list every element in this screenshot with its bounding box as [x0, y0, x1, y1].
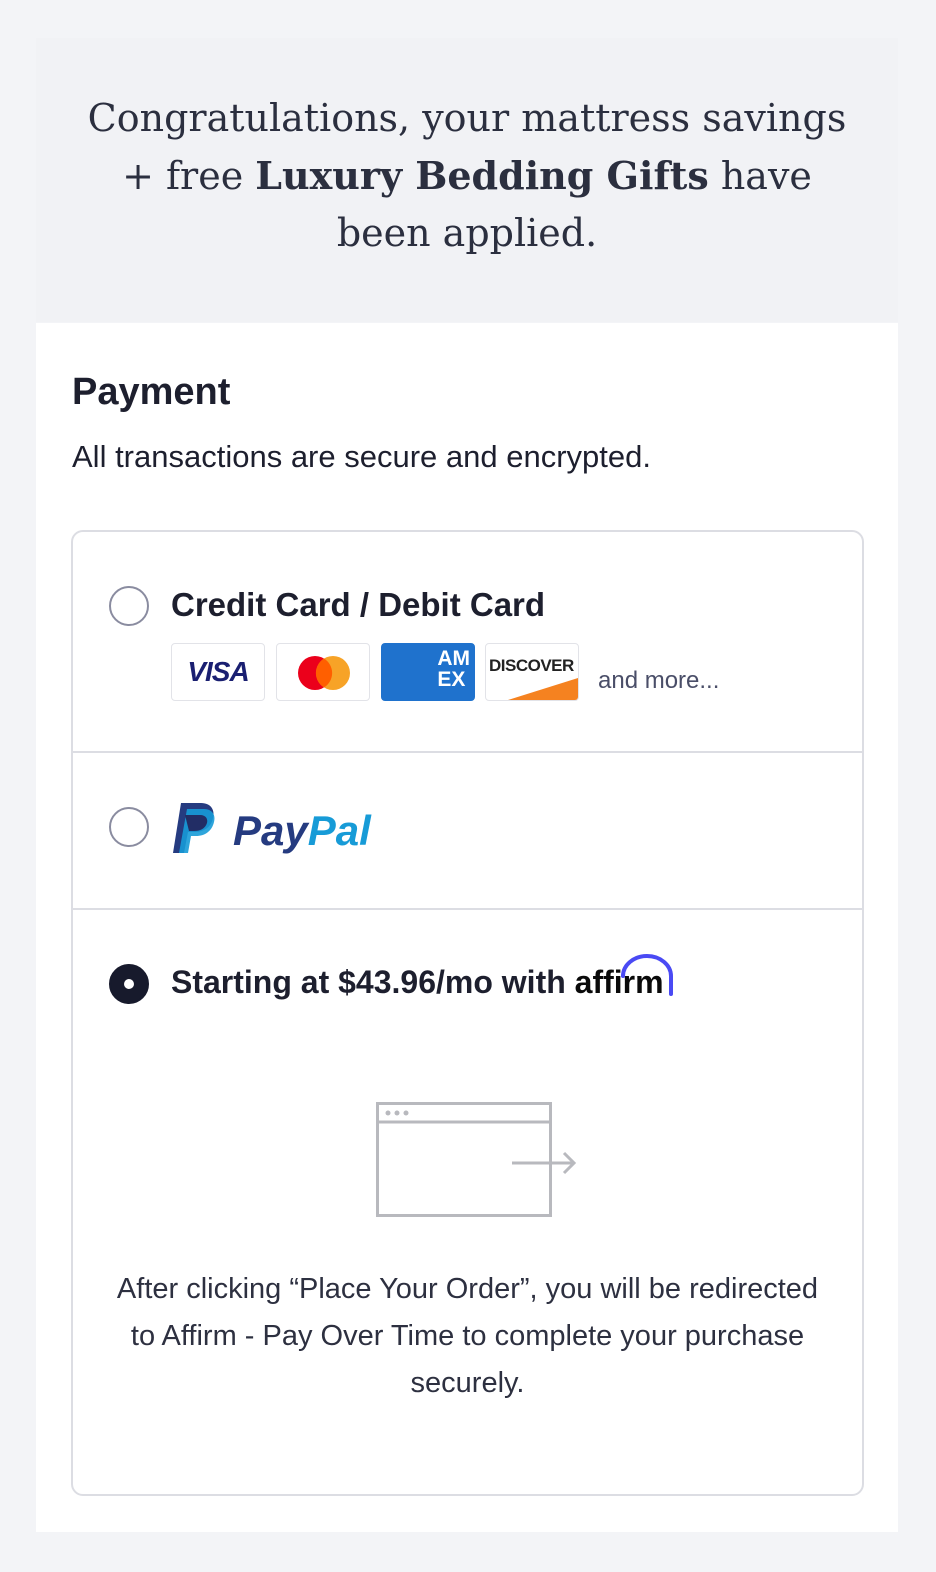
discover-icon: DISCOVER — [485, 643, 579, 701]
visa-logo-text: VISA — [187, 656, 249, 687]
paypal-word-pal: Pal — [307, 807, 371, 854]
card-radio[interactable] — [109, 586, 149, 626]
paypal-word-pay: Pay — [233, 807, 308, 854]
paypal-wordmark: PayPal — [233, 807, 371, 855]
payment-subtitle: All transactions are secure and encrypte… — [72, 439, 651, 474]
affirm-arc-icon — [620, 954, 673, 996]
payment-panel: Payment All transactions are secure and … — [36, 323, 898, 1532]
affirm-label-text: Starting at $43.96/mo with — [171, 964, 575, 1000]
promo-message: Congratulations, your mattress savings +… — [87, 90, 847, 262]
paypal-logo: PayPal — [171, 801, 371, 855]
mastercard-circles — [298, 656, 350, 690]
payment-option-affirm[interactable]: Starting at $43.96/mo with affirm After … — [73, 910, 862, 1494]
visa-icon: VISA — [171, 643, 265, 701]
discover-swoosh — [508, 678, 578, 700]
promo-highlight: Luxury Bedding Gifts — [255, 153, 709, 198]
card-option-label: Credit Card / Debit Card — [171, 586, 546, 623]
paypal-logo-icon — [173, 803, 215, 853]
more-cards-text: and more... — [598, 667, 720, 694]
paypal-radio[interactable] — [109, 807, 149, 847]
affirm-option-label: Starting at $43.96/mo with affirm — [171, 954, 673, 1001]
affirm-radio[interactable] — [109, 964, 149, 1004]
affirm-logo: affirm — [575, 954, 673, 1001]
mastercard-icon — [276, 643, 370, 701]
amex-line-1: AM — [437, 647, 470, 670]
browser-redirect-icon — [376, 1102, 577, 1217]
payment-option-card[interactable]: Credit Card / Debit Card VISA AMEX DISC — [73, 532, 862, 753]
affirm-redirect-description: After clicking “Place Your Order”, you w… — [116, 1273, 819, 1399]
payment-options: Credit Card / Debit Card VISA AMEX DISC — [71, 530, 864, 1496]
payment-title: Payment — [72, 371, 231, 413]
discover-logo-text: DISCOVER — [489, 656, 574, 675]
amex-icon: AM EX — [381, 643, 475, 701]
amex-logo-text: AM EX — [437, 648, 470, 690]
promo-banner: Congratulations, your mattress savings +… — [36, 38, 898, 322]
payment-option-paypal[interactable]: PayPal — [73, 753, 862, 910]
amex-line-2: EX — [437, 668, 466, 691]
